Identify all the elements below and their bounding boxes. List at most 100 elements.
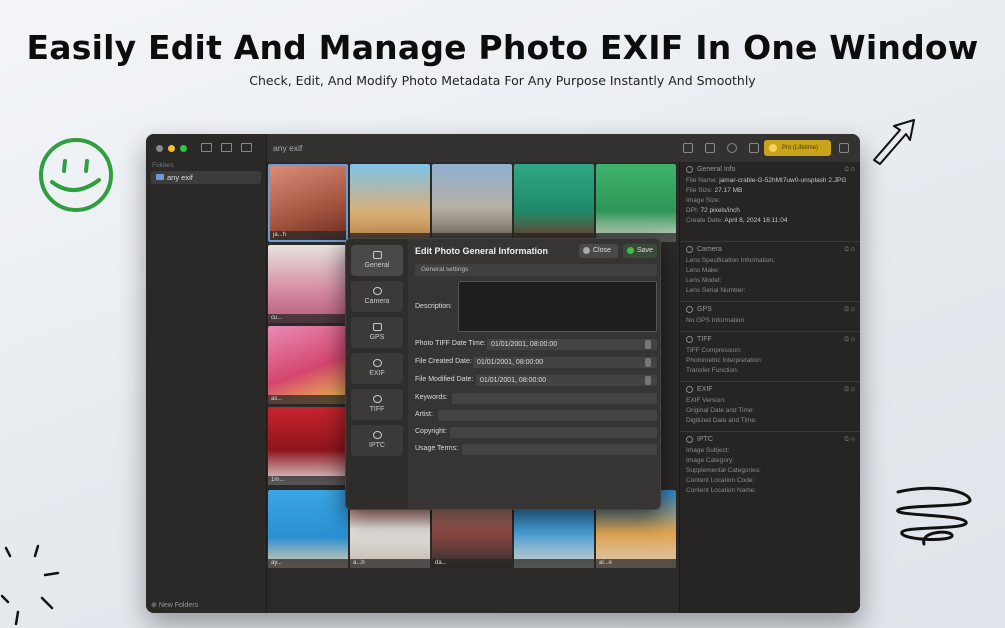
tag-icon[interactable]	[705, 143, 715, 153]
sidebar-item-any-exif[interactable]: any exif	[151, 171, 261, 184]
iptc-section: IPTC ⧉ ⊖ Image Subject: Image Category: S…	[680, 432, 860, 502]
artist-field[interactable]	[438, 410, 657, 421]
add-folder-icon[interactable]	[201, 143, 212, 152]
location-code-field: Content Location Code:	[686, 477, 755, 484]
tiff-date-label: Photo TIFF Date Time:	[415, 340, 486, 347]
photo-thumb[interactable]: ay...	[268, 490, 348, 568]
camera-section: Camera ⧉ ⊖ Lens Specification Information…	[680, 242, 860, 302]
window-title: any exif	[273, 143, 303, 153]
save-label: Save	[637, 247, 653, 254]
created-date-field[interactable]: 01/01/2001, 08:00:00	[473, 357, 657, 368]
image-size-field: Image Size:	[686, 197, 721, 204]
usage-terms-label: Usage Terms:	[415, 445, 459, 452]
exif-icon	[372, 359, 382, 367]
dpi-field: DPI: 72 pixels/inch	[686, 206, 855, 216]
tab-iptc[interactable]: IPTC	[351, 425, 403, 456]
tiff-compression-field: TIFF Compression:	[686, 347, 742, 354]
toggle-sidebar-icon[interactable]	[241, 143, 252, 152]
create-date-field: Create Date: April 8, 2024 16:11:04	[686, 216, 855, 226]
photo-thumb[interactable]	[432, 164, 512, 242]
upgrade-button[interactable]: Pro (Lifetime)	[764, 140, 831, 156]
dialog-tab-list: General Camera GPS EXIF TIFF IPTC	[346, 239, 408, 509]
section-title: GPS	[697, 306, 712, 313]
spiral-doodle-icon	[896, 486, 972, 546]
folder-label: any exif	[167, 173, 193, 182]
keywords-field[interactable]	[452, 393, 657, 404]
section-title: IPTC	[697, 436, 713, 443]
section-actions[interactable]: ⧉ ⊖	[844, 306, 855, 314]
folder-icon	[156, 174, 164, 180]
digitized-date-field: Digitized Date and Time:	[686, 417, 757, 424]
close-window-button[interactable]	[156, 145, 163, 152]
camera-icon	[372, 287, 382, 295]
photo-thumb[interactable]: ja...h	[268, 164, 348, 242]
gps-section: GPS ⧉ ⊖ No GPS Information	[680, 302, 860, 332]
created-date-value: 01/01/2001, 08:00:00	[477, 359, 544, 366]
section-title: Camera	[697, 246, 722, 253]
minimize-window-button[interactable]	[168, 145, 175, 152]
date-stepper[interactable]	[645, 376, 651, 385]
usage-terms-field[interactable]	[462, 444, 657, 455]
import-folder-icon[interactable]	[221, 143, 232, 152]
photo-thumb[interactable]	[514, 164, 594, 242]
gps-field: No GPS Information	[686, 317, 745, 324]
hero-subtitle: Check, Edit, And Modify Photo Metadata F…	[249, 73, 756, 88]
upgrade-label: Pro (Lifetime)	[782, 145, 819, 151]
photo-thumb[interactable]: cu...	[268, 245, 348, 323]
tab-label: EXIF	[369, 370, 385, 377]
photo-thumb[interactable]: 1m...	[268, 407, 348, 485]
zoom-window-button[interactable]	[180, 145, 187, 152]
app-window: Folders any exif ⊕ New Folders any exif …	[146, 134, 860, 613]
info-panel: General Info ⧉ ⊖ File Name: jamar-crable-…	[679, 162, 860, 613]
dpi-label: DPI:	[686, 207, 699, 214]
section-title: EXIF	[697, 386, 713, 393]
photo-caption: as...	[268, 395, 348, 404]
copyright-field[interactable]	[450, 427, 657, 438]
section-title: TIFF	[697, 336, 712, 343]
window-controls	[156, 145, 187, 152]
close-button[interactable]: Close	[579, 244, 618, 258]
image-icon	[372, 251, 382, 259]
photo-caption: ja...h	[270, 231, 346, 240]
section-actions[interactable]: ⧉ ⊖	[844, 246, 855, 254]
tab-general[interactable]: General	[351, 245, 403, 276]
section-actions[interactable]: ⧉ ⊖	[844, 336, 855, 344]
photo-thumb[interactable]	[350, 164, 430, 242]
mail-icon[interactable]	[839, 143, 849, 153]
date-stepper[interactable]	[645, 340, 651, 349]
tab-gps[interactable]: GPS	[351, 317, 403, 348]
photo-thumb[interactable]: as...	[268, 326, 348, 404]
folders-label: Folders	[152, 162, 174, 169]
tab-tiff[interactable]: TIFF	[351, 389, 403, 420]
tiff-icon	[372, 395, 382, 403]
tab-exif[interactable]: EXIF	[351, 353, 403, 384]
grid-view-icon[interactable]	[749, 143, 759, 153]
photo-caption: a...h	[350, 559, 430, 568]
tiff-date-value: 01/01/2001, 08:00:00	[491, 341, 558, 348]
tiff-date-field[interactable]: 01/01/2001, 08:00:00	[487, 339, 657, 350]
modified-date-field[interactable]: 01/01/2001, 08:00:00	[476, 375, 657, 386]
location-icon	[372, 323, 382, 331]
arrow-doodle-icon	[873, 119, 915, 165]
description-label: Description:	[415, 303, 452, 310]
exif-version-field: EXIF Version:	[686, 397, 726, 404]
photometric-field: Photometric Interpretation:	[686, 357, 763, 364]
section-actions[interactable]: ⧉ ⊖	[844, 166, 855, 174]
section-actions[interactable]: ⧉ ⊖	[844, 436, 855, 444]
info-icon[interactable]	[683, 143, 693, 153]
photo-thumb[interactable]	[596, 164, 676, 242]
section-actions[interactable]: ⧉ ⊖	[844, 386, 855, 394]
info-icon	[686, 166, 693, 173]
general-settings-tab[interactable]: General settings	[415, 264, 657, 276]
iptc-icon	[372, 431, 382, 439]
date-stepper[interactable]	[645, 358, 651, 367]
gear-icon[interactable]	[727, 143, 737, 153]
image-subject-field: Image Subject:	[686, 447, 730, 454]
description-field[interactable]	[458, 281, 657, 332]
sparkle-doodle-icon	[0, 544, 60, 626]
save-button[interactable]: Save	[623, 244, 657, 258]
new-folder-button[interactable]: ⊕ New Folders	[151, 601, 198, 609]
tab-camera[interactable]: Camera	[351, 281, 403, 312]
tab-label: Camera	[364, 298, 390, 305]
keywords-label: Keywords:	[415, 394, 448, 401]
